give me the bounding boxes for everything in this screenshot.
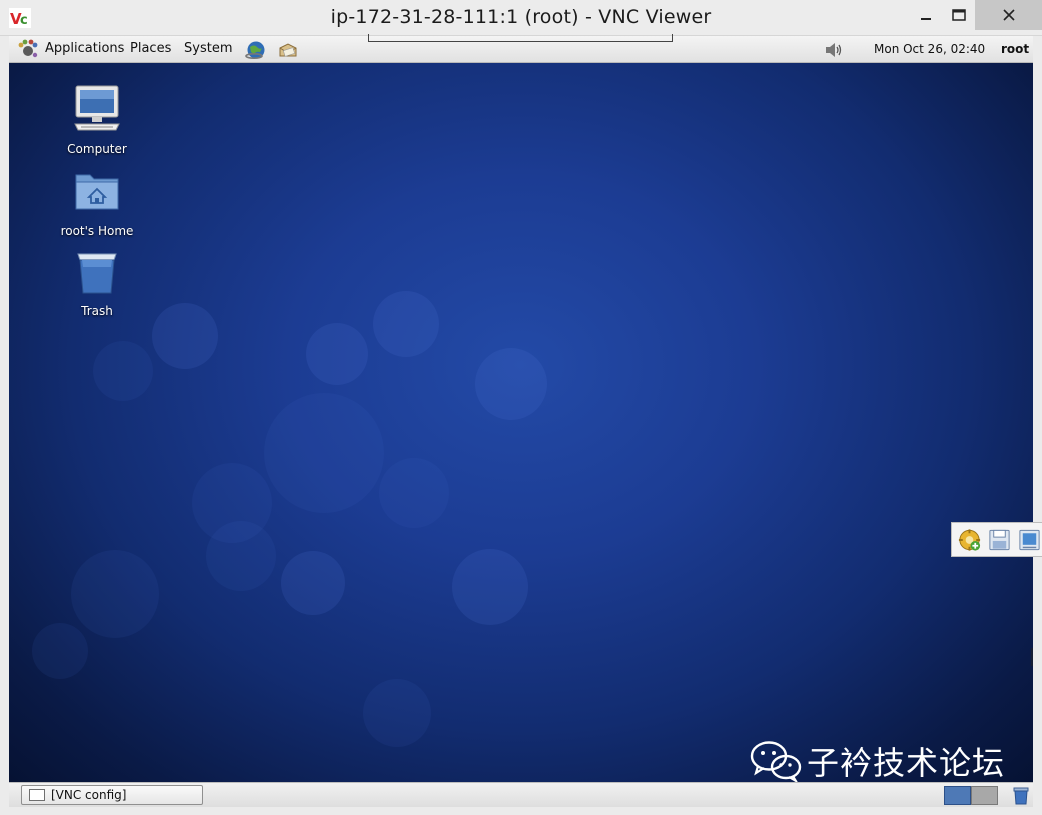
fullscreen-icon[interactable] (1017, 527, 1042, 553)
bokeh-decoration (93, 341, 153, 401)
workspace-1[interactable] (944, 786, 971, 805)
bokeh-decoration (281, 551, 345, 615)
trash-icon (77, 253, 117, 294)
bokeh-decoration (306, 323, 368, 385)
window-icon (29, 789, 45, 801)
home-folder-icon (75, 174, 119, 210)
desktop-icon-trash[interactable]: Trash (47, 245, 147, 318)
gnome-bottom-panel: [VNC config] (9, 782, 1033, 807)
desktop-icon-computer[interactable]: Computer (47, 83, 147, 156)
trash-applet-icon[interactable] (1012, 786, 1030, 805)
gnome-top-panel: Applications Places System Mon Oct 26, 0… (9, 34, 1033, 63)
bokeh-decoration (206, 521, 276, 591)
bokeh-decoration (379, 458, 449, 528)
vnc-floating-toolbar (951, 522, 1042, 557)
gnome-foot-icon[interactable] (17, 39, 39, 61)
menu-applications[interactable]: Applications (45, 41, 124, 56)
maximize-button[interactable] (942, 0, 976, 30)
watermark: 子衿技术论坛 (749, 738, 1005, 782)
save-icon[interactable] (987, 527, 1012, 553)
desktop-icon-label: root's Home (60, 224, 134, 238)
taskbar-window-label: [VNC config] (51, 788, 127, 802)
wechat-logo-icon (750, 741, 802, 782)
bokeh-decoration (475, 348, 547, 420)
bokeh-decoration (152, 303, 218, 369)
bokeh-decoration (32, 623, 88, 679)
panel-user[interactable]: root (1001, 42, 1029, 56)
remote-desktop-frame[interactable]: Applications Places System Mon Oct 26, 0… (9, 34, 1033, 807)
web-browser-launcher-icon[interactable] (245, 39, 267, 61)
mail-client-launcher-icon[interactable] (277, 39, 299, 61)
minimize-icon (921, 18, 931, 20)
taskbar-window-button[interactable]: [VNC config] (21, 785, 203, 805)
bokeh-decoration (373, 291, 439, 357)
bokeh-decoration (452, 549, 528, 625)
vnc-window-titlebar: V c ip-172-31-28-111:1 (root) - VNC View… (0, 0, 1042, 36)
watermark-text: 子衿技术论坛 (807, 744, 1006, 782)
close-button[interactable] (975, 0, 1042, 30)
menu-places[interactable]: Places (130, 41, 171, 56)
computer-icon (74, 85, 120, 131)
window-title-frame (368, 34, 673, 42)
bokeh-decoration (71, 550, 159, 638)
menu-system[interactable]: System (184, 41, 232, 56)
vnc-options-icon[interactable] (957, 527, 982, 553)
close-icon (1002, 9, 1015, 21)
workspace-2[interactable] (971, 786, 998, 805)
window-title: ip-172-31-28-111:1 (root) - VNC Viewer (330, 6, 712, 28)
desktop-icon-home[interactable]: root's Home (47, 165, 147, 238)
desktop-icon-label: Trash (81, 304, 113, 318)
bokeh-decoration (363, 679, 431, 747)
resize-cursor-icon (1031, 648, 1033, 666)
volume-icon[interactable] (823, 40, 845, 60)
bokeh-decoration (264, 393, 384, 513)
desktop-icon-label: Computer (67, 142, 127, 156)
maximize-icon (952, 9, 966, 21)
desktop-background[interactable]: Computer root's Home Trash 子衿技术论坛 (9, 63, 1033, 782)
panel-clock[interactable]: Mon Oct 26, 02:40 (874, 42, 985, 56)
